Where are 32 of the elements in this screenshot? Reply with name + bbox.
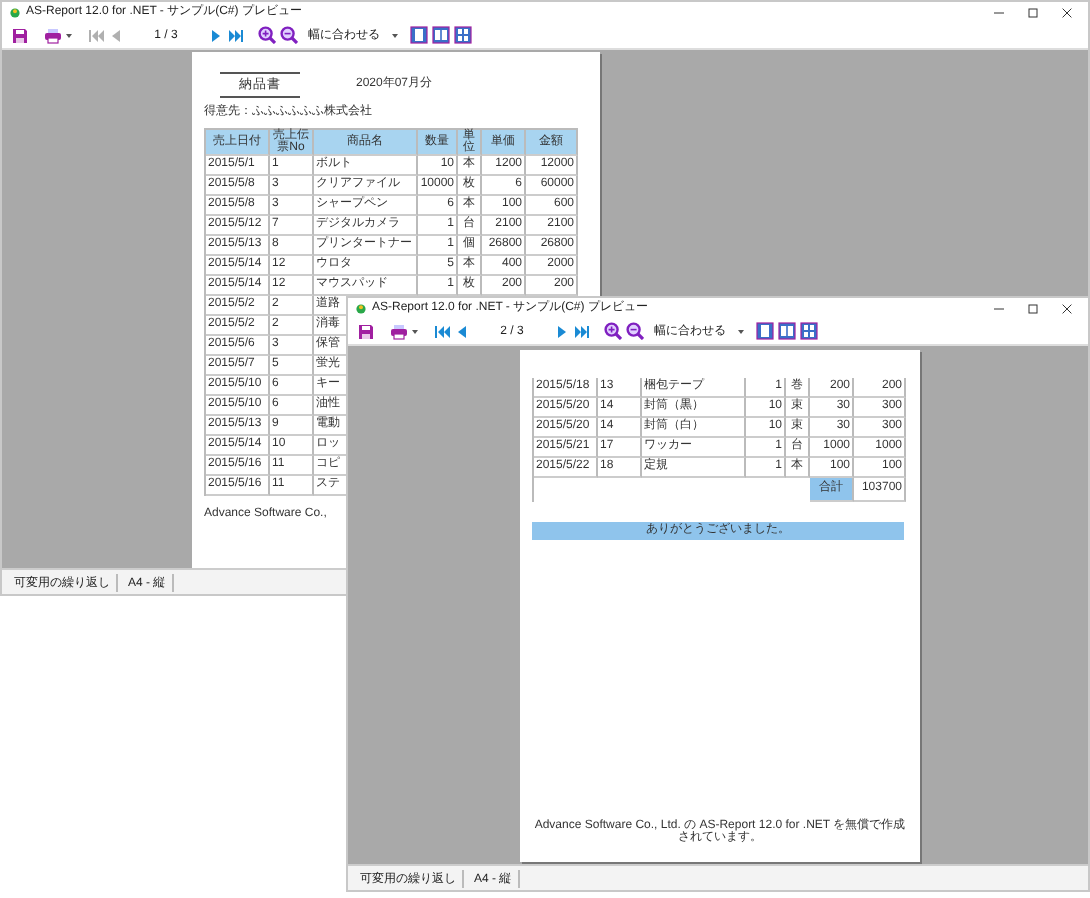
caret-icon[interactable] — [412, 329, 418, 333]
last-page-icon[interactable] — [228, 27, 244, 43]
zoom-out-icon[interactable] — [626, 322, 644, 340]
caret-icon[interactable] — [738, 329, 744, 333]
printer-icon[interactable] — [44, 27, 62, 43]
zoom-out-icon[interactable] — [280, 26, 298, 44]
single-page-icon[interactable] — [410, 26, 428, 44]
maximize-icon[interactable] — [1028, 303, 1038, 313]
minimize-icon[interactable] — [994, 7, 1004, 17]
previous-page-icon[interactable] — [454, 323, 470, 339]
two-page-icon[interactable] — [778, 322, 796, 340]
caret-icon[interactable] — [392, 33, 398, 37]
multi-page-icon[interactable] — [454, 26, 472, 44]
first-page-icon[interactable] — [434, 323, 450, 339]
save-icon[interactable] — [12, 27, 28, 43]
printer-icon[interactable] — [390, 323, 408, 339]
close-icon[interactable] — [1062, 7, 1072, 17]
save-icon[interactable] — [358, 323, 374, 339]
maximize-icon[interactable] — [1028, 7, 1038, 17]
app-icon — [356, 303, 366, 313]
next-page-icon[interactable] — [554, 323, 570, 339]
app-icon — [10, 7, 20, 17]
caret-icon[interactable] — [66, 33, 72, 37]
close-icon[interactable] — [1062, 303, 1072, 313]
last-page-icon[interactable] — [574, 323, 590, 339]
two-page-icon[interactable] — [432, 26, 450, 44]
next-page-icon[interactable] — [208, 27, 224, 43]
minimize-icon[interactable] — [994, 303, 1004, 313]
zoom-in-icon[interactable] — [604, 322, 622, 340]
zoom-in-icon[interactable] — [258, 26, 276, 44]
multi-page-icon[interactable] — [800, 322, 818, 340]
single-page-icon[interactable] — [756, 322, 774, 340]
